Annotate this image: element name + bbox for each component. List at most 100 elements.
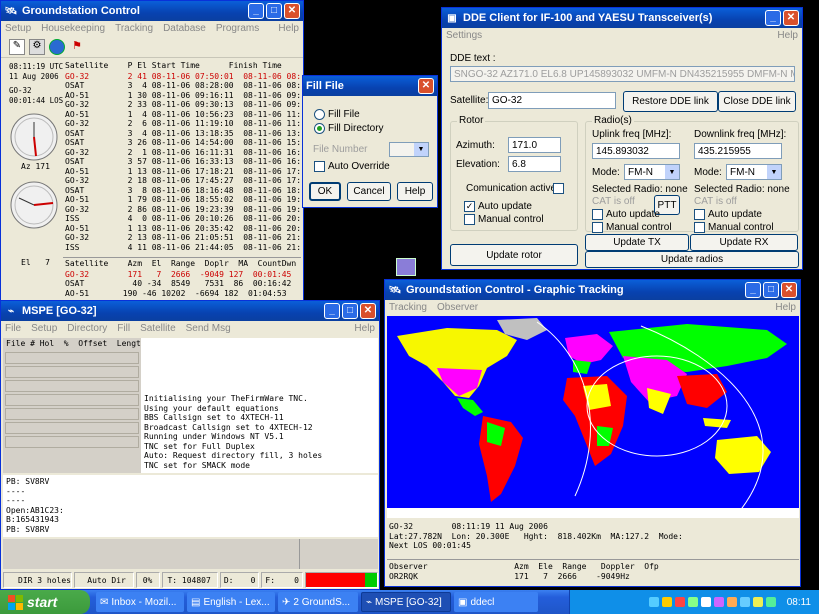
- dde-text-field[interactable]: SNGO-32 AZ171.0 EL6.8 UP145893032 UMFM-N…: [450, 66, 795, 82]
- azimuth-field[interactable]: 171.0: [508, 137, 561, 153]
- mspe-menu-satellite[interactable]: Satellite: [140, 323, 176, 334]
- gear-icon[interactable]: ⚙: [29, 38, 45, 55]
- tray-icon-2[interactable]: [661, 597, 672, 607]
- start-button[interactable]: start: [0, 590, 90, 614]
- pass-row[interactable]: AO-51 1 13 08-11-06 20:35:42 08-11-06 20…: [63, 224, 301, 234]
- pass-row[interactable]: AO-51 1 79 08-11-06 18:55:02 08-11-06 19…: [63, 195, 301, 205]
- menu-settings[interactable]: Settings: [446, 30, 482, 41]
- pass-row[interactable]: OSAT 3 4 08-11-06 13:18:35 08-11-06 13:2…: [63, 129, 301, 139]
- menu-housekeeping[interactable]: Housekeeping: [41, 23, 105, 34]
- uplink-field[interactable]: 145.893032: [592, 143, 680, 159]
- restore-dde-link-button[interactable]: Restore DDE link: [623, 91, 718, 112]
- tracking-menu-observer[interactable]: Observer: [437, 302, 478, 313]
- dde-minimize-button[interactable]: _: [765, 10, 781, 26]
- downlink-field[interactable]: 435.215955: [694, 143, 782, 159]
- edit-icon[interactable]: ✎: [9, 38, 25, 55]
- pass-row[interactable]: AO-51 1 30 08-11-06 09:16:11 08-11-06 09…: [63, 91, 301, 101]
- maximize-button[interactable]: □: [266, 3, 282, 19]
- ok-button[interactable]: OK: [309, 182, 341, 201]
- satellite-field[interactable]: GO-32: [488, 92, 616, 109]
- pass-row[interactable]: GO-32 2 13 08-11-06 21:05:51 08-11-06 21…: [63, 233, 301, 243]
- pass-row[interactable]: GO-32 2 33 08-11-06 09:30:13 08-11-06 09…: [63, 100, 301, 110]
- pass-row[interactable]: OSAT 3 8 08-11-06 18:16:48 08-11-06 18:2…: [63, 186, 301, 196]
- desktop-shortcut-icon[interactable]: [396, 258, 416, 276]
- world-map[interactable]: [387, 316, 799, 518]
- cancel-button[interactable]: Cancel: [347, 182, 391, 201]
- pass-row[interactable]: AO-51 1 13 08-11-06 17:18:21 08-11-06 17…: [63, 167, 301, 177]
- pass-row[interactable]: GO-32 2 6 08-11-06 11:19:10 08-11-06 11:…: [63, 119, 301, 129]
- menu-tracking[interactable]: Tracking: [115, 23, 153, 34]
- groundstation-titlebar[interactable]: 🛰 Groundstation Control _ □ ✕: [1, 1, 303, 21]
- downlink-auto-update-checkbox[interactable]: [694, 209, 705, 220]
- uplink-mode-select[interactable]: FM-N ▼: [624, 164, 680, 180]
- taskbar-item-english[interactable]: ▤ English - Lex...: [187, 592, 275, 612]
- file-list-row[interactable]: [5, 365, 139, 378]
- tray-icon-6[interactable]: [713, 597, 724, 607]
- tray-icon-7[interactable]: [726, 597, 737, 607]
- update-rotor-button[interactable]: Update rotor: [450, 244, 578, 266]
- mspe-minimize-button[interactable]: _: [324, 303, 340, 319]
- mspe-menu-fill[interactable]: Fill: [117, 323, 130, 334]
- uplink-auto-update-checkbox[interactable]: [592, 209, 603, 220]
- downlink-mode-select[interactable]: FM-N ▼: [726, 164, 782, 180]
- tracking-menu-help[interactable]: Help: [775, 302, 796, 313]
- help-button[interactable]: Help: [397, 182, 433, 201]
- taskbar-item-inbox[interactable]: ✉ Inbox - Mozil...: [96, 592, 184, 612]
- tracking-close-button[interactable]: ✕: [781, 282, 797, 298]
- rotor-auto-update-checkbox[interactable]: ✓: [464, 201, 475, 212]
- tray-icon-4[interactable]: [687, 597, 698, 607]
- tray-icon-1[interactable]: [648, 597, 659, 607]
- tray-icon-9[interactable]: [752, 597, 763, 607]
- comm-active-checkbox[interactable]: [553, 183, 564, 194]
- fill-file-close-button[interactable]: ✕: [418, 78, 434, 94]
- mspe-menu-setup[interactable]: Setup: [31, 323, 57, 334]
- tray-icon-5[interactable]: [700, 597, 711, 607]
- fill-file-radio[interactable]: [314, 109, 325, 120]
- minimize-button[interactable]: _: [248, 3, 264, 19]
- taskbar-item-groundstation[interactable]: ✈ 2 GroundS...: [278, 592, 358, 612]
- elevation-field[interactable]: 6.8: [508, 156, 561, 172]
- close-button[interactable]: ✕: [284, 3, 300, 19]
- rotor-manual-control-checkbox[interactable]: [464, 214, 475, 225]
- menu-setup[interactable]: Setup: [5, 23, 31, 34]
- mspe-menu-file[interactable]: File: [5, 323, 21, 334]
- pass-row[interactable]: GO-32 2 41 08-11-06 07:50:01 08-11-06 08…: [63, 72, 301, 82]
- tracking-menu-tracking[interactable]: Tracking: [389, 302, 427, 313]
- file-list-row[interactable]: [5, 351, 139, 364]
- file-list-row[interactable]: [5, 407, 139, 420]
- uplink-manual-control-checkbox[interactable]: [592, 222, 603, 233]
- file-list-row[interactable]: [5, 379, 139, 392]
- menu-programs[interactable]: Programs: [216, 23, 259, 34]
- mspe-menu-help[interactable]: Help: [354, 323, 375, 334]
- file-list[interactable]: File # Hol % Offset Length: [3, 338, 141, 473]
- pass-row[interactable]: ISS 4 11 08-11-06 21:44:05 08-11-06 21:5…: [63, 243, 301, 253]
- globe-icon[interactable]: [49, 38, 65, 55]
- file-number-select[interactable]: ▼: [389, 142, 429, 157]
- menu-database[interactable]: Database: [163, 23, 206, 34]
- status-row-go32[interactable]: GO-32 171 7 2666 -9049 127 00:01:45: [63, 270, 301, 280]
- menu-help[interactable]: Help: [278, 23, 299, 34]
- fill-directory-radio[interactable]: [314, 123, 325, 134]
- pass-row[interactable]: OSAT 3 4 08-11-06 08:28:00 08-11-06 08:3…: [63, 81, 301, 91]
- tracking-minimize-button[interactable]: _: [745, 282, 761, 298]
- pass-row[interactable]: OSAT 3 57 08-11-06 16:33:13 08-11-06 16:…: [63, 157, 301, 167]
- tracking-maximize-button[interactable]: □: [763, 282, 779, 298]
- taskbar-item-mspe[interactable]: ⌁ MSPE [GO-32]: [361, 592, 451, 612]
- update-rx-button[interactable]: Update RX: [690, 234, 798, 251]
- taskbar-item-ddecl[interactable]: ▣ ddecl: [454, 592, 538, 612]
- antenna-icon[interactable]: ⚑: [69, 39, 85, 55]
- downlink-manual-control-checkbox[interactable]: [694, 222, 705, 233]
- update-tx-button[interactable]: Update TX: [585, 234, 689, 251]
- tray-icon-10[interactable]: [765, 597, 776, 607]
- status-row-osat[interactable]: OSAT 40 -34 8549 7531 86 00:16:42: [63, 279, 301, 289]
- auto-override-checkbox[interactable]: [314, 161, 325, 172]
- pass-row[interactable]: ISS 4 0 08-11-06 20:10:26 08-11-06 20:13…: [63, 214, 301, 224]
- pass-row[interactable]: GO-32 2 86 08-11-06 19:23:39 08-11-06 19…: [63, 205, 301, 215]
- tray-icon-3[interactable]: [674, 597, 685, 607]
- tray-clock[interactable]: 08:11: [787, 597, 811, 608]
- mspe-titlebar[interactable]: ⌁ MSPE [GO-32] _ □ ✕: [1, 301, 379, 321]
- pass-row[interactable]: GO-32 2 18 08-11-06 17:45:27 08-11-06 17…: [63, 176, 301, 186]
- dde-titlebar[interactable]: ▣ DDE Client for IF-100 and YAESU Transc…: [442, 8, 802, 28]
- update-radios-button[interactable]: Update radios: [585, 251, 799, 268]
- dde-menu-help[interactable]: Help: [777, 30, 798, 41]
